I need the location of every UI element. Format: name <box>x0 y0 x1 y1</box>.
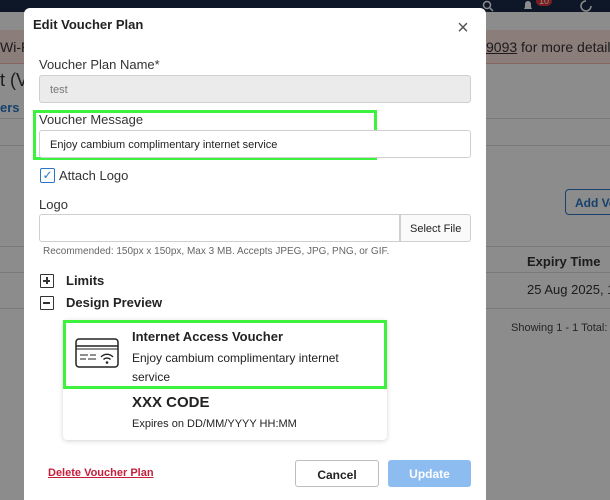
logo-hint: Recommended: 150px x 150px, Max 3 MB. Ac… <box>43 246 390 257</box>
plan-name-label: Voucher Plan Name* <box>39 57 160 72</box>
attach-logo-label: Attach Logo <box>59 168 129 183</box>
delete-voucher-plan-link[interactable]: Delete Voucher Plan <box>48 467 154 479</box>
preview-card-expiry: Expires on DD/MM/YYYY HH:MM <box>132 418 297 430</box>
cancel-button[interactable]: Cancel <box>295 460 379 487</box>
plan-name-input: test <box>39 75 471 103</box>
logo-file-input[interactable] <box>39 214 400 242</box>
select-file-button[interactable]: Select File <box>400 214 471 242</box>
voucher-message-input[interactable]: Enjoy cambium complimentary internet ser… <box>39 130 471 158</box>
preview-card-title: Internet Access Voucher <box>132 329 283 344</box>
preview-card-message: Enjoy cambium complimentary internet ser… <box>132 351 339 384</box>
update-button[interactable]: Update <box>388 460 471 487</box>
logo-label: Logo <box>39 197 68 212</box>
close-icon[interactable]: × <box>454 18 472 38</box>
voucher-message-label: Voucher Message <box>39 112 144 127</box>
expand-plus-icon[interactable] <box>40 274 54 288</box>
preview-card-code: XXX CODE <box>132 394 210 411</box>
attach-logo-checkbox[interactable]: ✓ <box>40 168 55 183</box>
voucher-preview-card: Internet Access Voucher Enjoy cambium co… <box>63 320 387 440</box>
voucher-card-wifi-icon <box>75 338 119 368</box>
edit-voucher-plan-dialog: Edit Voucher Plan × Voucher Plan Name* t… <box>24 8 486 500</box>
collapse-minus-icon[interactable] <box>40 296 54 310</box>
dialog-title: Edit Voucher Plan <box>33 17 144 32</box>
design-preview-section-toggle[interactable]: Design Preview <box>66 295 162 310</box>
limits-section-toggle[interactable]: Limits <box>66 273 104 288</box>
